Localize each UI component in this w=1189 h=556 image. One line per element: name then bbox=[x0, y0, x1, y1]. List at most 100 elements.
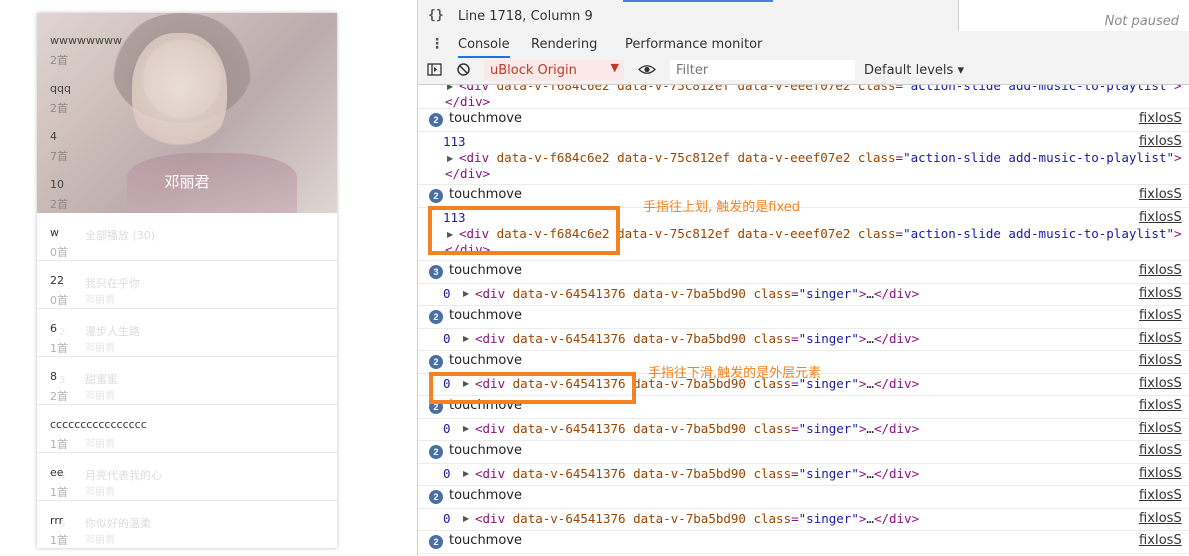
element-node[interactable]: <div data-v-f684c6e2 data-v-75c812ef dat… bbox=[459, 150, 1182, 165]
playlist-count: 1首 bbox=[50, 438, 68, 451]
console-value-row: 0 ▶ <div data-v-64541376 data-v-7ba5bd90 c… bbox=[418, 508, 1189, 531]
console-log-row: 2 touchmove fixIosS bbox=[418, 184, 1189, 208]
log-levels-dropdown[interactable]: Default levels ▾ bbox=[864, 63, 964, 78]
expand-triangle-icon[interactable]: ▶ bbox=[463, 289, 469, 298]
element-node[interactable]: <div data-v-64541376 data-v-7ba5bd90 cla… bbox=[475, 511, 919, 526]
expand-triangle-icon[interactable]: ▶ bbox=[447, 154, 453, 163]
clear-console-icon[interactable] bbox=[456, 62, 471, 81]
element-node[interactable]: <div data-v-f684c6e2 data-v-75c812ef dat… bbox=[459, 85, 1182, 93]
cursor-position: Line 1718, Column 9 bbox=[458, 9, 593, 24]
expand-triangle-icon[interactable]: ▶ bbox=[463, 334, 469, 343]
log-message: touchmove bbox=[449, 187, 522, 202]
playlist-name: 4 bbox=[50, 130, 57, 143]
element-close-tag: </div> bbox=[445, 94, 491, 109]
source-link[interactable]: fixIosS bbox=[1139, 466, 1182, 481]
annotation-swipe-down: 手指往下滑,触发的是外层元素 bbox=[648, 366, 822, 381]
playlist-name: w bbox=[50, 226, 59, 239]
not-paused-label: Not paused bbox=[1104, 14, 1179, 29]
source-link[interactable]: fixIosS bbox=[1139, 331, 1182, 346]
playlist-item[interactable]: 6 1首 bbox=[37, 309, 337, 357]
sidebar-toggle-icon[interactable] bbox=[427, 62, 442, 81]
playlist-item[interactable]: rrr 1首 bbox=[37, 501, 337, 548]
highlight-box-fixed bbox=[428, 206, 620, 255]
playlist-name: 22 bbox=[50, 274, 64, 287]
source-link[interactable]: fixIosS bbox=[1139, 421, 1182, 436]
expand-triangle-icon[interactable]: ▶ bbox=[463, 469, 469, 478]
tab-rendering[interactable]: Rendering bbox=[531, 37, 597, 52]
playlist-item[interactable]: ee 1首 bbox=[37, 453, 337, 501]
log-message: touchmove bbox=[449, 263, 522, 278]
source-link[interactable]: fixIosS bbox=[1139, 353, 1182, 368]
playlist-count: 2首 bbox=[50, 198, 68, 211]
source-link[interactable]: fixIosS bbox=[1139, 533, 1182, 548]
source-link[interactable]: fixIosS bbox=[1139, 376, 1182, 391]
dropdown-arrow-icon: ▼ bbox=[610, 61, 619, 74]
playlist-name: cccccccccccccccc bbox=[50, 418, 147, 431]
playlist-count: 1首 bbox=[50, 342, 68, 355]
playlist-item[interactable]: cccccccccccccccc 1首 bbox=[37, 405, 337, 453]
playlist-count: 0首 bbox=[50, 294, 68, 307]
source-link[interactable]: fixIosS bbox=[1139, 443, 1182, 458]
source-link[interactable]: fixIosS bbox=[1139, 308, 1182, 323]
console-messages: ▶ <div data-v-f684c6e2 data-v-75c812ef da… bbox=[418, 85, 1189, 556]
playlist-name: qqq bbox=[50, 82, 71, 95]
playlist-item[interactable]: w 0首 bbox=[37, 213, 337, 261]
source-link[interactable]: fixIosS bbox=[1139, 187, 1182, 202]
repeat-count-badge: 3 bbox=[429, 265, 443, 279]
tab-console[interactable]: Console bbox=[458, 37, 510, 58]
console-log-row: 3 touchmove fixIosS bbox=[418, 260, 1189, 284]
console-log-row: 2 touchmove fixIosS bbox=[418, 305, 1189, 329]
log-message: touchmove bbox=[449, 488, 522, 503]
source-link[interactable]: fixIosS bbox=[1139, 511, 1182, 526]
playlist-item[interactable]: 22 0首 bbox=[37, 261, 337, 309]
logged-number: 0 bbox=[443, 421, 451, 436]
element-node[interactable]: <div data-v-64541376 data-v-7ba5bd90 cla… bbox=[475, 421, 919, 436]
source-link[interactable]: fixIosS bbox=[1139, 398, 1182, 413]
playlist-item[interactable]: 8 2首 bbox=[37, 357, 337, 405]
source-link[interactable]: fixIosS bbox=[1139, 263, 1182, 278]
playlist-count: 2首 bbox=[50, 102, 68, 115]
drawer-tabs: ⋮ Console Rendering Performance monitor bbox=[418, 31, 1189, 59]
source-link[interactable]: fixIosS bbox=[1139, 210, 1182, 225]
selected-tab-indicator bbox=[623, 0, 773, 2]
source-link[interactable]: fixIosS bbox=[1139, 488, 1182, 503]
playlist-name: 6 bbox=[50, 322, 57, 335]
expand-triangle-icon[interactable]: ▶ bbox=[447, 85, 453, 91]
playlist-item[interactable]: 10 2首 bbox=[37, 165, 337, 213]
log-message: touchmove bbox=[449, 443, 522, 458]
repeat-count-badge: 2 bbox=[429, 490, 443, 504]
playlist-name: ee bbox=[50, 466, 64, 479]
expand-triangle-icon[interactable]: ▶ bbox=[463, 514, 469, 523]
playlist-count: 2首 bbox=[50, 54, 68, 67]
context-selector[interactable]: uBlock Origin ▼ bbox=[484, 60, 624, 81]
playlist-item[interactable]: qqq 2首 bbox=[37, 69, 337, 117]
element-node[interactable]: <div data-v-64541376 data-v-7ba5bd90 cla… bbox=[475, 286, 919, 301]
logged-number: 113 bbox=[443, 134, 466, 149]
highlight-box-outer bbox=[429, 372, 636, 404]
tab-performance-monitor[interactable]: Performance monitor bbox=[625, 37, 762, 52]
source-link[interactable]: fixIosS bbox=[1139, 134, 1182, 149]
console-log-row: 2 touchmove fixIosS bbox=[418, 530, 1189, 554]
expand-triangle-icon[interactable]: ▶ bbox=[463, 424, 469, 433]
console-log-row: 2 touchmove fixIosS bbox=[418, 485, 1189, 509]
element-node[interactable]: <div data-v-64541376 data-v-7ba5bd90 cla… bbox=[475, 331, 919, 346]
source-link[interactable]: fixIosS bbox=[1139, 286, 1182, 301]
console-value-row: 113 ▶ <div data-v-f684c6e2 data-v-75c812ef… bbox=[418, 131, 1189, 185]
element-node[interactable]: <div data-v-64541376 data-v-7ba5bd90 cla… bbox=[475, 466, 919, 481]
eye-icon[interactable] bbox=[638, 62, 656, 81]
repeat-count-badge: 2 bbox=[429, 535, 443, 549]
more-menu-icon[interactable]: ⋮ bbox=[430, 36, 444, 52]
logged-number: 0 bbox=[443, 286, 451, 301]
playlist-item[interactable]: 4 7首 bbox=[37, 117, 337, 165]
playlist-item[interactable]: wwwwwwww 2首 bbox=[37, 21, 337, 69]
filter-input[interactable] bbox=[670, 60, 855, 80]
playlist-count: 7首 bbox=[50, 150, 68, 163]
console-log-row: 2 touchmove fixIosS bbox=[418, 108, 1189, 132]
log-message: touchmove bbox=[449, 111, 522, 126]
log-levels-label: Default levels bbox=[864, 63, 954, 78]
console-value-row: ▶ <div data-v-f684c6e2 data-v-75c812ef da… bbox=[418, 85, 1189, 109]
source-link[interactable]: fixIosS bbox=[1139, 111, 1182, 126]
logged-number: 0 bbox=[443, 331, 451, 346]
pretty-print-icon[interactable]: {} bbox=[428, 8, 444, 23]
phone-preview: 全部播放 (30) 1 我只在乎你 邓丽君 2 漫步人生路 邓丽君 3 甜蜜蜜 … bbox=[37, 13, 337, 548]
